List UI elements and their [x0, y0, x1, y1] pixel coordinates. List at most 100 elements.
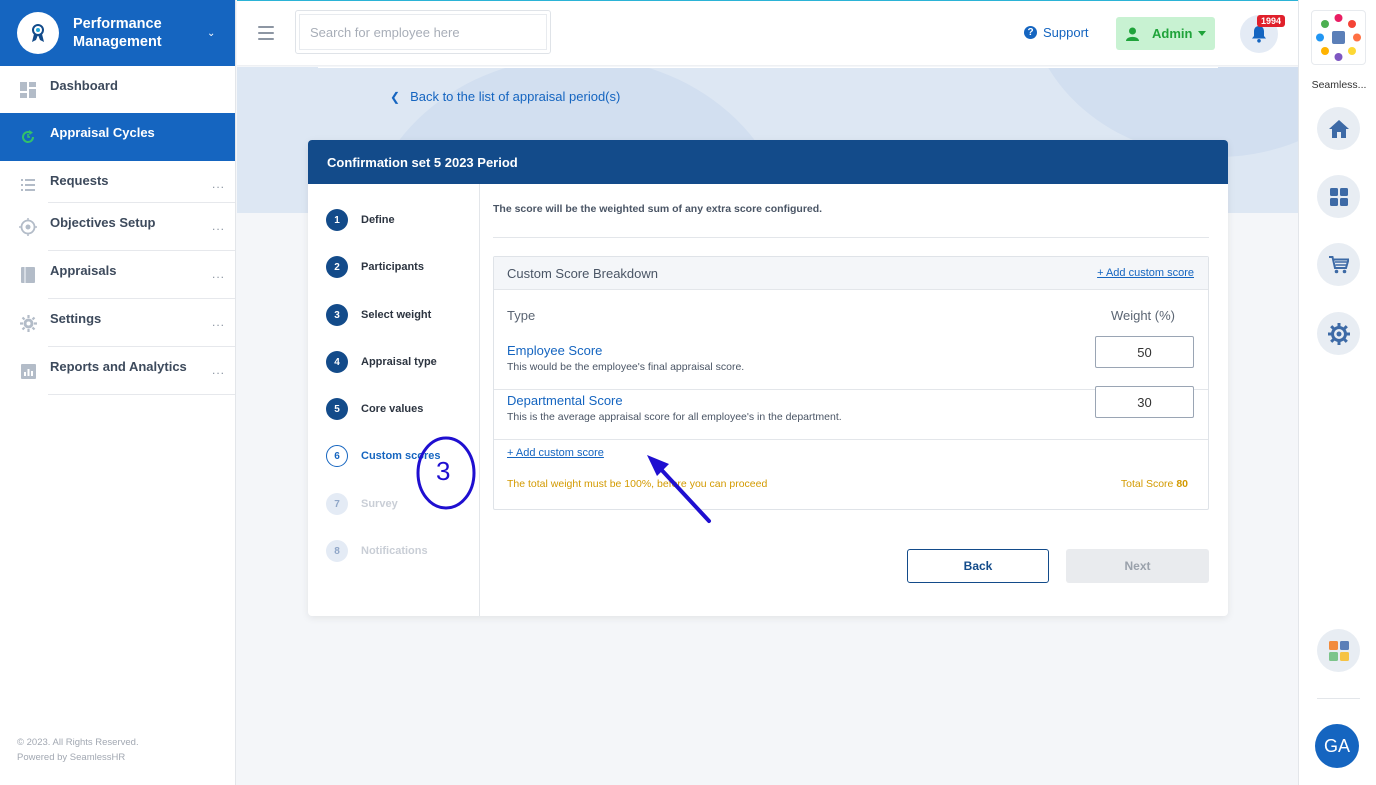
more-icon[interactable]: ...: [212, 363, 225, 377]
brand-title: Performance Management: [73, 16, 162, 50]
breakdown-column-headers: Type Weight (%): [494, 290, 1208, 340]
widgets-button[interactable]: [1317, 629, 1360, 672]
step-label: Select weight: [361, 309, 432, 321]
home-button[interactable]: [1317, 107, 1360, 150]
more-icon[interactable]: ...: [212, 177, 225, 191]
widgets-icon: [1328, 640, 1349, 661]
copyright-text: © 2023. All Rights Reserved.: [17, 737, 139, 748]
right-app-rail: Seamless... GA: [1298, 0, 1376, 785]
score-description: This is the average appraisal score for …: [507, 411, 842, 423]
apps-grid-button[interactable]: [1317, 175, 1360, 218]
step-label: Core values: [361, 403, 424, 415]
admin-dropdown[interactable]: Admin: [1116, 17, 1215, 50]
help-icon: ?: [1024, 26, 1037, 39]
back-link-label: Back to the list of appraisal period(s): [410, 89, 621, 104]
step-core-values[interactable]: 5 Core values: [326, 398, 423, 420]
more-icon[interactable]: ...: [212, 267, 225, 281]
seamless-logo-icon: [1316, 14, 1361, 61]
step-number: 2: [326, 256, 348, 278]
powered-by-text: Powered by SeamlessHR: [17, 752, 126, 763]
gear-icon: [19, 314, 37, 332]
back-to-list-link[interactable]: ❮ Back to the list of appraisal period(s…: [390, 89, 620, 104]
score-row: Departmental Score This is the average a…: [494, 386, 1208, 440]
step-label: Appraisal type: [361, 356, 437, 368]
grid-icon: [1329, 187, 1348, 206]
admin-label: Admin: [1152, 26, 1193, 41]
list-icon: [19, 176, 37, 194]
back-button[interactable]: Back: [907, 549, 1049, 583]
sidebar-item-appraisals[interactable]: Appraisals ...: [0, 251, 235, 299]
search-input[interactable]: [299, 14, 547, 50]
step-participants[interactable]: 2 Participants: [326, 256, 424, 278]
custom-score-breakdown: Custom Score Breakdown + Add custom scor…: [493, 256, 1209, 510]
employee-score-weight-input[interactable]: [1095, 336, 1194, 368]
sidebar-item-label: Appraisal Cycles: [50, 125, 155, 140]
step-custom-scores[interactable]: 6 Custom scores: [326, 445, 440, 467]
sidebar-item-label: Settings: [50, 311, 102, 326]
sidebar-item-settings[interactable]: Settings ...: [0, 299, 235, 347]
sidebar-item-label: Objectives Setup: [50, 215, 156, 230]
add-custom-score-link-top[interactable]: + Add custom score: [1097, 267, 1194, 279]
chevron-down-icon[interactable]: ⌄: [207, 28, 215, 39]
step-number: 4: [326, 351, 348, 373]
step-appraisal-type[interactable]: 4 Appraisal type: [326, 351, 437, 373]
weight-warning: The total weight must be 100%, before yo…: [507, 478, 768, 490]
step-number: 3: [326, 304, 348, 326]
brand-logo: [17, 12, 59, 54]
chevron-left-icon: ❮: [390, 89, 401, 104]
award-icon: [32, 24, 44, 42]
sidebar-item-label: Appraisals: [50, 263, 117, 278]
step-label: Survey: [361, 498, 398, 510]
departmental-score-weight-input[interactable]: [1095, 386, 1194, 418]
cart-icon: [1328, 255, 1349, 273]
app-logo[interactable]: [1311, 10, 1366, 65]
appraisal-setup-card: Confirmation set 5 2023 Period 1 Define …: [308, 140, 1228, 616]
support-link[interactable]: ? Support: [1024, 25, 1089, 40]
step-label: Define: [361, 214, 395, 226]
step-select-weight[interactable]: 3 Select weight: [326, 304, 431, 326]
gear-icon: [1327, 322, 1350, 345]
sidebar-item-label: Reports and Analytics: [50, 359, 187, 374]
next-button[interactable]: Next: [1066, 549, 1209, 583]
sidebar-item-requests[interactable]: Requests ...: [0, 161, 235, 203]
step-define[interactable]: 1 Define: [326, 209, 395, 231]
dashboard-icon: [19, 81, 37, 99]
caret-down-icon: [1198, 31, 1207, 36]
more-icon[interactable]: ...: [212, 219, 225, 233]
search-box: [295, 10, 551, 54]
cycle-icon: [19, 128, 37, 146]
target-icon: [19, 218, 37, 236]
total-score-value: 80: [1176, 478, 1188, 490]
step-label: Participants: [361, 261, 424, 273]
user-icon: [1126, 27, 1139, 41]
brand-header[interactable]: Performance Management ⌄: [0, 0, 235, 66]
sidebar-item-appraisal-cycles[interactable]: Appraisal Cycles: [0, 113, 235, 161]
step-notifications[interactable]: 8 Notifications: [326, 540, 428, 562]
step-number: 1: [326, 209, 348, 231]
add-custom-score-link-bottom[interactable]: + Add custom score: [507, 447, 604, 459]
annotation-number: 3: [436, 456, 451, 486]
sidebar-footer: © 2023. All Rights Reserved. Powered by …: [17, 735, 139, 765]
sidebar-item-dashboard[interactable]: Dashboard: [0, 66, 235, 113]
sidebar-item-objectives-setup[interactable]: Objectives Setup ...: [0, 203, 235, 251]
breakdown-header: Custom Score Breakdown + Add custom scor…: [494, 257, 1208, 290]
marketplace-button[interactable]: [1317, 243, 1360, 286]
menu-icon[interactable]: [258, 26, 274, 40]
score-description: This would be the employee's final appra…: [507, 361, 745, 373]
bell-icon: [1252, 26, 1266, 43]
sidebar-item-label: Requests: [50, 173, 109, 188]
card-title: Confirmation set 5 2023 Period: [308, 140, 1228, 184]
wizard-steps: 1 Define 2 Participants 3 Select weight …: [308, 184, 480, 616]
step-description: The score will be the weighted sum of an…: [493, 203, 823, 215]
step-label: Custom scores: [361, 450, 441, 462]
settings-button[interactable]: [1317, 312, 1360, 355]
top-bar: ? Support Admin 1994: [237, 0, 1298, 66]
more-icon[interactable]: ...: [212, 315, 225, 329]
total-score-label: Total Score: [1120, 478, 1174, 490]
total-score: Total Score 80: [1121, 478, 1188, 490]
sidebar-item-reports-analytics[interactable]: Reports and Analytics ...: [0, 347, 235, 395]
step-number: 6: [326, 445, 348, 467]
breakdown-title: Custom Score Breakdown: [507, 265, 659, 281]
step-survey[interactable]: 7 Survey: [326, 493, 398, 515]
avatar[interactable]: GA: [1315, 724, 1359, 768]
